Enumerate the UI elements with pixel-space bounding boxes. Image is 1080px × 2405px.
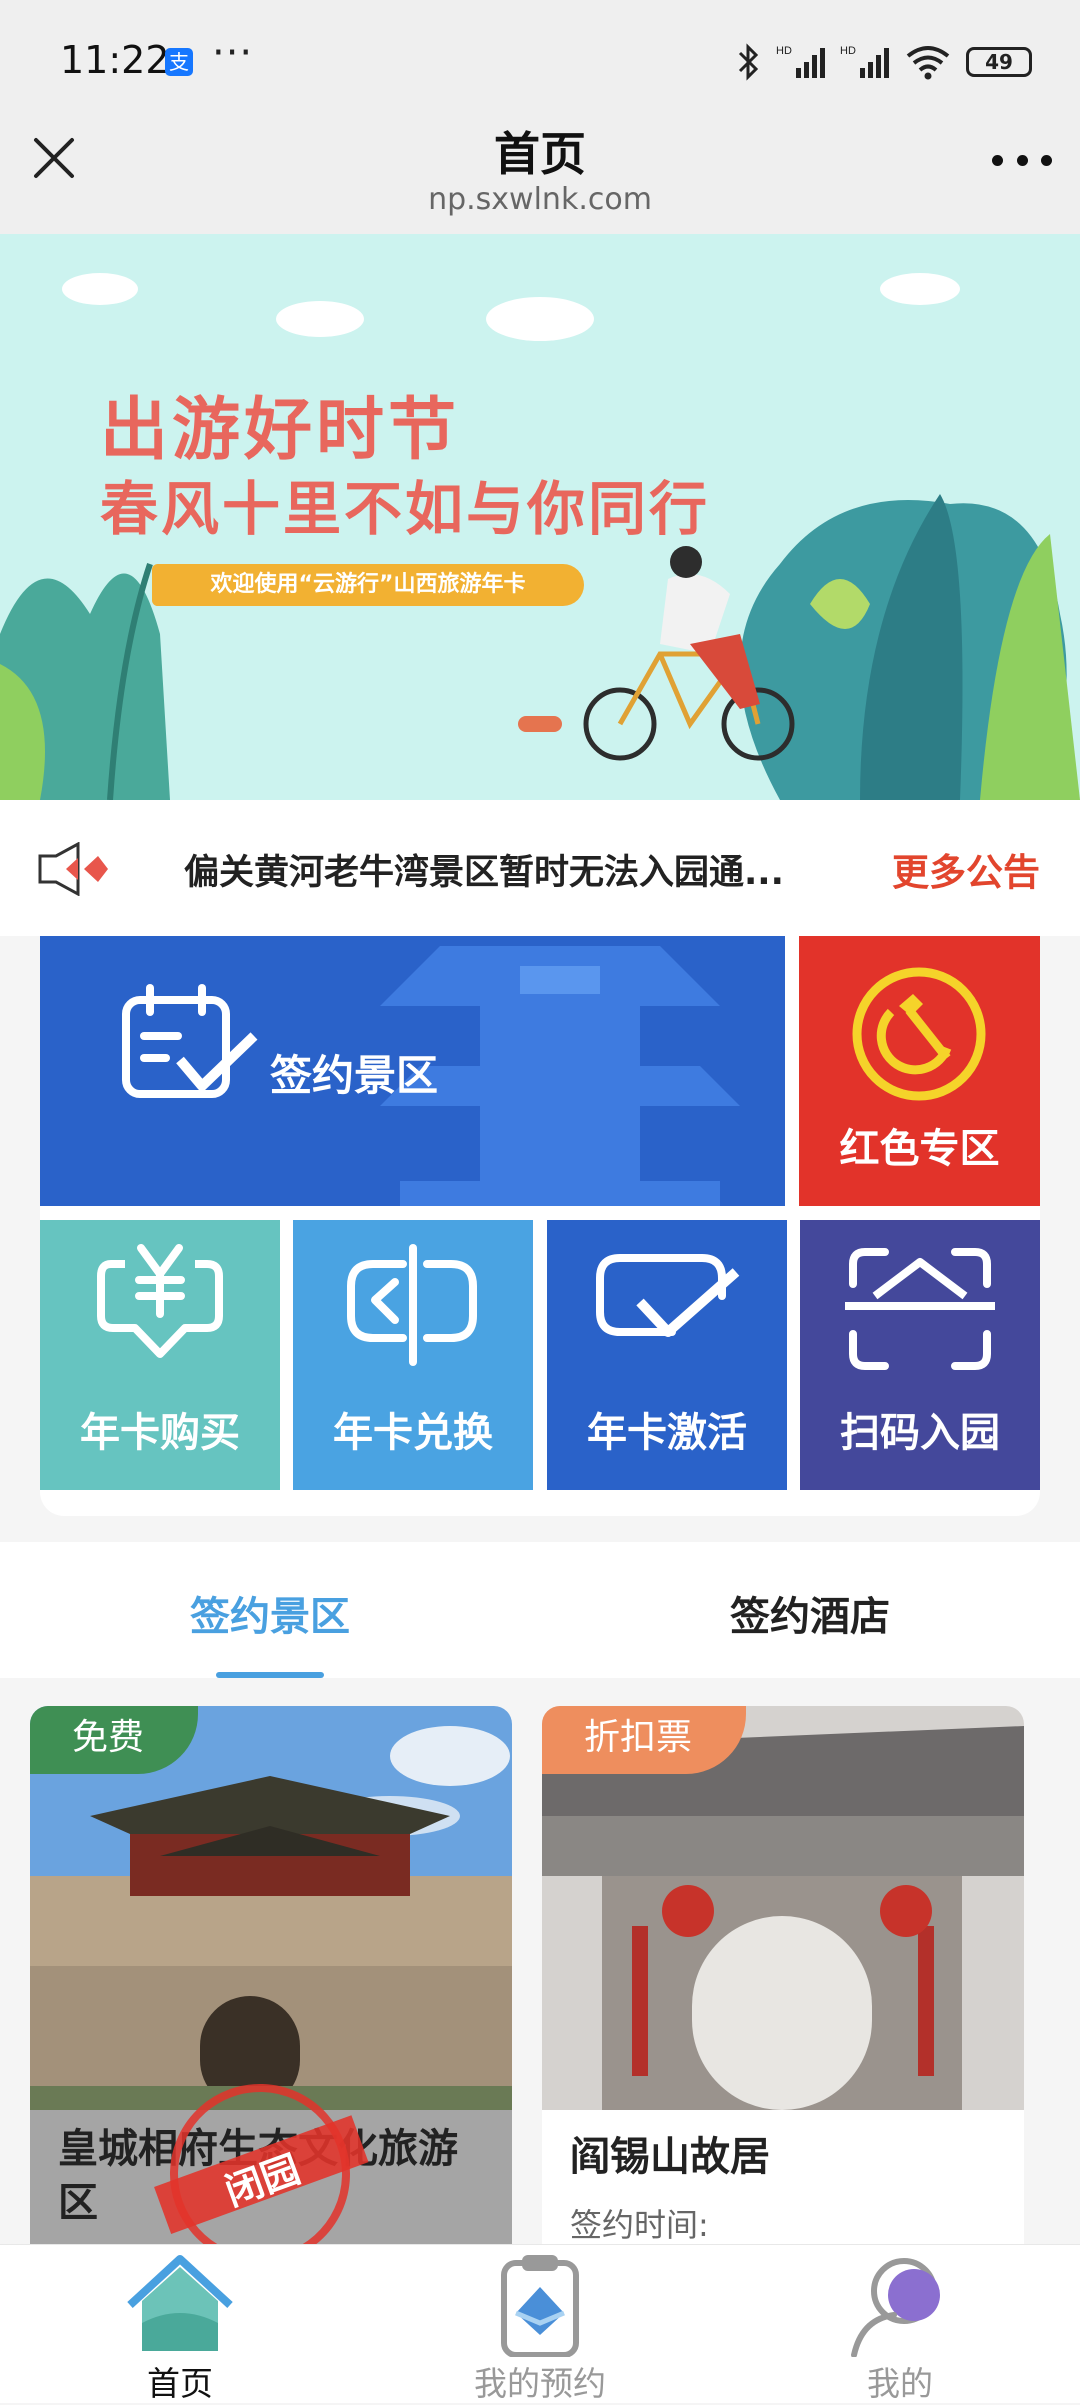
clipboard-icon [501,2255,579,2357]
red-zone-tile[interactable]: 红色专区 [799,936,1040,1206]
more-menu-button[interactable] [992,150,1052,170]
nav-home-label: 首页 [147,2364,213,2403]
signed-scenic-tile[interactable]: 签约景区 [40,936,785,1206]
wifi-icon [906,46,950,80]
hammer-sickle-icon [852,967,986,1101]
banner-headline: 出游好时节 [100,390,461,470]
banner-indicator [518,716,562,732]
user-icon [851,2258,940,2357]
scan-icon [845,1248,995,1370]
status-time: 11:22 [60,38,170,82]
title-bar: 首页 np.sxwlnk.com [0,100,1080,234]
red-zone-label: 红色专区 [839,1126,1000,1172]
buy-card-label: 年卡购买 [80,1410,240,1456]
activate-card-label: 年卡激活 [587,1410,747,1456]
announcement-text[interactable]: 偏关黄河老牛湾景区暂时无法入园通... [184,844,784,895]
nav-mine-label: 我的 [867,2364,933,2403]
announcement-bar[interactable]: 偏关黄河老牛湾景区暂时无法入园通... 更多公告 [0,800,1080,936]
category-tabs: 签约景区 签约酒店 [0,1542,1080,1678]
function-grid: 签约景区 红色专区 年卡购买 年卡兑换 年卡激活 扫码入园 [40,936,1040,1516]
signal-icon-2: HD [840,45,889,78]
svg-text:HD: HD [840,45,856,57]
svg-text:HD: HD [776,45,792,57]
bottom-nav: 首页 我的预约 我的 [0,2244,1080,2403]
calendar-check-icon [122,984,258,1098]
scenic-card[interactable]: 折扣票 阎锡山故居 签约时间: [542,1706,1024,2266]
activate-card-tile[interactable]: 年卡激活 [547,1220,787,1490]
banner-subheadline: 春风十里不如与你同行 [100,475,711,543]
tab-signed-scenic[interactable]: 签约景区 [190,1584,350,1642]
status-dots: ··· [212,30,254,76]
scan-enter-tile[interactable]: 扫码入园 [800,1220,1040,1490]
bluetooth-icon [738,43,759,81]
nav-booking-label: 我的预约 [474,2364,606,2403]
more-announcements-link[interactable]: 更多公告 [892,842,1040,896]
status-icons: HD HD 49 [736,42,1032,82]
discount-badge: 折扣票 [542,1706,747,1774]
nav-mine[interactable]: 我的 [790,2245,1010,2404]
scenic-name: 阎锡山故居 [570,2134,770,2180]
nav-home[interactable]: 首页 [70,2245,290,2404]
scenic-list: 免费 皇城相府生态文化旅游区 闭园 折扣票 阎锡山故居 签约时间: [0,1678,1080,2266]
activate-icon [596,1254,740,1337]
battery-icon: 49 [966,47,1032,77]
exchange-icon [347,1244,477,1366]
exchange-card-tile[interactable]: 年卡兑换 [293,1220,533,1490]
page-url: np.sxwlnk.com [428,182,652,217]
scenic-card[interactable]: 免费 皇城相府生态文化旅游区 闭园 [30,1706,512,2266]
scan-enter-label: 扫码入园 [840,1410,1000,1456]
alipay-icon: 支 [165,48,193,76]
signal-icon: HD [776,45,825,78]
exchange-card-label: 年卡兑换 [333,1410,493,1456]
sign-time-label: 签约时间: [570,2206,709,2244]
nav-booking[interactable]: 我的预约 [430,2245,650,2404]
closed-stamp-text: 闭园 [219,2146,306,2215]
home-icon [127,2255,233,2351]
promo-banner[interactable]: 出游好时节 春风十里不如与你同行 欢迎使用“云游行”山西旅游年卡 [0,234,1080,800]
yuan-icon [97,1244,223,1358]
buy-card-tile[interactable]: 年卡购买 [40,1220,280,1490]
signed-scenic-label: 签约景区 [270,1051,439,1100]
speaker-icon [38,842,108,896]
page-title: 首页 [494,127,586,181]
tab-signed-hotel[interactable]: 签约酒店 [730,1584,890,1642]
banner-tag: 欢迎使用“云游行”山西旅游年卡 [152,564,584,606]
